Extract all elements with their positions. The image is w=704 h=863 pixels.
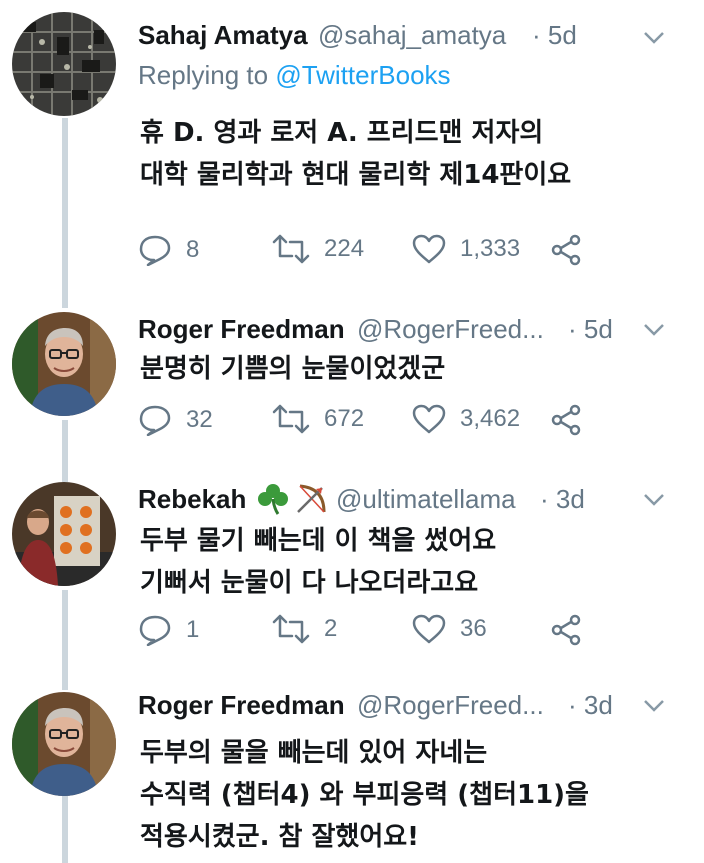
tweet[interactable]: Sahaj Amatya @sahaj_amatya · 5d Replying…	[0, 0, 704, 300]
display-name[interactable]: Rebekah	[138, 484, 246, 515]
retweet-button[interactable]: 2	[272, 614, 337, 644]
username[interactable]: @RogerFreed...	[357, 690, 544, 721]
tweet-text-line: 수직력 (챕터4) 와 부피응력 (챕터11)을	[140, 780, 589, 810]
reply-count: 32	[186, 406, 213, 433]
retweet-icon	[272, 404, 310, 434]
like-count: 3,462	[460, 405, 521, 432]
like-button[interactable]: 1,333	[412, 234, 520, 264]
username[interactable]: @ultimatellama	[336, 484, 516, 515]
tweet-text-line: 두부 물기 빼는데 이 책을 썼어요	[140, 526, 497, 556]
avatar[interactable]	[12, 312, 116, 416]
replying-to: Replying to @TwitterBooks	[138, 60, 451, 91]
like-count: 1,333	[460, 235, 521, 262]
retweet-count: 672	[324, 405, 365, 432]
replying-to-label: Replying to	[138, 60, 276, 90]
chevron-down-icon[interactable]	[642, 322, 666, 338]
tweet-text-line: 분명히 기쁨의 눈물이었겠군	[140, 354, 446, 384]
reply-count: 8	[186, 236, 200, 263]
timestamp[interactable]: · 5d	[568, 314, 613, 345]
tweet-text: 분명히 기쁨의 눈물이었겠군	[140, 348, 445, 390]
heart-icon	[412, 614, 446, 644]
tweet-text-line: 두부의 물을 빼는데 있어 자네는	[140, 738, 488, 768]
share-icon	[551, 234, 581, 266]
reply-icon	[139, 615, 171, 646]
share-button[interactable]	[550, 404, 582, 436]
retweet-button[interactable]: 224	[272, 234, 364, 264]
chevron-down-icon[interactable]	[642, 30, 666, 46]
retweet-icon	[272, 614, 310, 644]
tweet-text-line: 휴 D. 영과 로저 A. 프리드맨 저자의	[140, 118, 544, 148]
heart-icon	[412, 404, 446, 434]
share-icon	[551, 614, 581, 646]
display-name[interactable]: Roger Freedman	[138, 690, 345, 721]
chevron-down-icon[interactable]	[642, 492, 666, 508]
reply-button[interactable]: 32	[138, 404, 213, 436]
replying-to-mention[interactable]: @TwitterBooks	[275, 60, 450, 90]
username[interactable]: @RogerFreed...	[357, 314, 544, 345]
timestamp[interactable]: · 3d	[540, 484, 585, 515]
like-button[interactable]: 36	[412, 614, 487, 644]
tweet-text: 두부의 물을 빼는데 있어 자네는 수직력 (챕터4) 와 부피응력 (챕터11…	[140, 732, 589, 858]
shamrock-icon	[256, 482, 290, 521]
reply-icon	[139, 405, 171, 436]
share-button[interactable]	[550, 234, 582, 266]
reply-button[interactable]: 8	[138, 234, 199, 266]
timestamp[interactable]: · 5d	[532, 20, 577, 51]
tweet[interactable]: Roger Freedman @RogerFreed... · 3d 두부의 물…	[0, 680, 704, 863]
reply-count: 1	[186, 616, 200, 643]
tweet[interactable]: Roger Freedman @RogerFreed... · 5d 분명히 기…	[0, 300, 704, 470]
tweet-text: 두부 물기 빼는데 이 책을 썼어요 기뻐서 눈물이 다 나오더라고요	[140, 520, 496, 604]
reply-button[interactable]: 1	[138, 614, 199, 646]
avatar[interactable]	[12, 482, 116, 586]
retweet-icon	[272, 234, 310, 264]
display-name[interactable]: Sahaj Amatya	[138, 20, 308, 51]
retweet-count: 2	[324, 615, 338, 642]
reply-icon	[139, 235, 171, 266]
tweet-text: 휴 D. 영과 로저 A. 프리드맨 저자의 대학 물리학과 현대 물리학 제1…	[140, 112, 571, 196]
heart-icon	[412, 234, 446, 264]
username[interactable]: @sahaj_amatya	[318, 20, 506, 51]
tweet-text-line: 적용시켰군. 참 잘했어요!	[140, 822, 420, 852]
timestamp[interactable]: · 3d	[568, 690, 613, 721]
like-count: 36	[460, 615, 487, 642]
avatar[interactable]	[12, 12, 116, 116]
chevron-down-icon[interactable]	[642, 698, 666, 714]
avatar[interactable]	[12, 692, 116, 796]
retweet-button[interactable]: 672	[272, 404, 364, 434]
tweet-text-line: 기뻐서 눈물이 다 나오더라고요	[140, 568, 479, 598]
tweet[interactable]: Rebekah @ultimatellama · 3d 두부 물기 빼는데 이 …	[0, 470, 704, 680]
share-icon	[551, 404, 581, 436]
share-button[interactable]	[550, 614, 582, 646]
retweet-count: 224	[324, 235, 365, 262]
bow-and-arrow-icon	[294, 482, 328, 521]
tweet-text-line: 대학 물리학과 현대 물리학 제14판이요	[140, 160, 572, 190]
like-button[interactable]: 3,462	[412, 404, 520, 434]
display-name[interactable]: Roger Freedman	[138, 314, 345, 345]
